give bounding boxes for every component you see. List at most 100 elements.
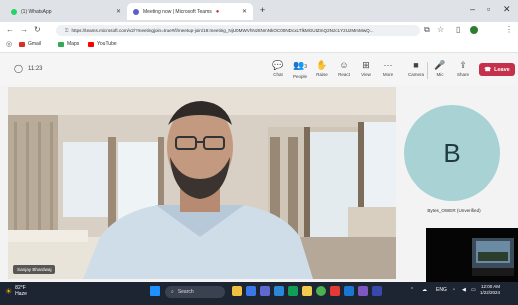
people-count: 3 — [304, 64, 307, 70]
mic-icon: 🎤 — [434, 60, 446, 70]
phone-icon: ☎ — [484, 66, 492, 73]
taskbar-app-explorer-icon[interactable] — [302, 286, 312, 296]
leave-button[interactable]: ☎ Leave — [479, 63, 515, 76]
search-icon: ⌕ — [171, 289, 174, 295]
sun-icon: ☀ — [5, 286, 13, 296]
chevron-up-icon[interactable]: ⌃ — [410, 287, 414, 293]
teams-icon — [133, 8, 139, 15]
close-tab-icon[interactable]: ✕ — [116, 8, 121, 15]
url-text: https://teams.microsoft.com/v2/?meetingj… — [71, 28, 374, 33]
sidebar-icon[interactable]: ▯ — [456, 25, 460, 34]
self-view-tile[interactable] — [426, 228, 518, 284]
mic-button[interactable]: 🎤 Mic — [429, 60, 451, 77]
address-bar[interactable]: ⚿ https://teams.microsoft.com/v2/?meetin… — [56, 25, 420, 36]
taskbar-clock[interactable]: 12:00 AM 1/22/2024 — [480, 284, 500, 296]
reload-icon[interactable]: ↻ — [34, 25, 41, 34]
mic-label: Mic — [436, 72, 444, 77]
leave-label: Leave — [494, 66, 510, 73]
clock-date: 1/22/2024 — [480, 290, 501, 295]
forward-icon[interactable]: → — [20, 25, 28, 34]
tab-teams[interactable]: Meeting now | Microsoft Teams ● ✕ — [127, 3, 253, 20]
profile-avatar[interactable] — [470, 26, 478, 34]
back-icon[interactable]: ← — [6, 25, 14, 34]
youtube-icon — [88, 41, 94, 47]
bookmark-youtube[interactable]: YouTube — [88, 41, 117, 47]
react-button[interactable]: ☺ React — [333, 60, 355, 77]
lang-indicator[interactable]: ENG — [436, 287, 447, 293]
more-label: More — [382, 72, 394, 77]
weather-widget[interactable]: ☀ 82°F Haze — [5, 285, 27, 297]
menu-icon[interactable]: ⋮ — [505, 25, 513, 34]
bookmark-maps[interactable]: Maps — [58, 41, 79, 47]
share-label: Share — [456, 72, 469, 77]
people-icon: 👥3 — [293, 60, 307, 70]
hand-icon: ✋ — [316, 60, 328, 70]
video-frame — [8, 87, 396, 279]
people-button[interactable]: 👥3 People — [289, 60, 311, 79]
maps-icon — [58, 41, 64, 47]
chat-icon: 💬 — [272, 60, 284, 70]
weather-desc: Haze — [15, 291, 27, 297]
close-window-icon[interactable]: ✕ — [503, 4, 511, 15]
taskbar-app-photos-icon[interactable] — [232, 286, 242, 296]
toolbar-separator — [427, 62, 428, 79]
maximize-icon[interactable]: ▫ — [487, 4, 490, 14]
tab-label: (1) WhatsApp — [21, 8, 52, 15]
raise-label: Raise — [316, 72, 328, 77]
minimize-icon[interactable]: – — [470, 4, 475, 14]
camera-label: Camera — [407, 72, 424, 77]
taskbar-app-files-icon[interactable] — [246, 286, 256, 296]
avatar-initial: B — [443, 137, 461, 168]
share-icon: ⇪ — [459, 60, 467, 70]
search-placeholder: Search — [177, 289, 194, 295]
participant-name-chip: Sanjay Bhardwaj — [13, 265, 56, 274]
meeting-timer: ◯ 11:23 — [14, 64, 43, 73]
taskbar-app-store-icon[interactable] — [344, 286, 354, 296]
bookmark-gmail[interactable]: Gmail — [19, 41, 41, 47]
more-button[interactable]: ··· More — [377, 60, 399, 77]
taskbar-app-teams-icon[interactable] — [260, 286, 270, 296]
taskbar-app-office-icon[interactable] — [330, 286, 340, 296]
close-tab-icon[interactable]: ✕ — [242, 8, 247, 15]
taskbar-app-settings-icon[interactable] — [372, 286, 382, 296]
wifi-icon[interactable]: ◔ — [452, 287, 455, 293]
view-button[interactable]: ⊞ View — [355, 60, 377, 77]
gmail-icon — [19, 41, 25, 47]
emoji-icon: ☺ — [339, 60, 349, 70]
more-icon: ··· — [383, 60, 393, 70]
whatsapp-icon — [11, 8, 17, 15]
camera-button[interactable]: ■ Camera — [405, 60, 427, 77]
star-icon[interactable]: ☆ — [437, 25, 444, 34]
windows-taskbar — [0, 282, 518, 305]
raise-hand-button[interactable]: ✋ Raise — [311, 60, 333, 77]
chat-label: Chat — [273, 72, 283, 77]
share-button[interactable]: ⇪ Share — [452, 60, 474, 77]
bookmark-label: Gmail — [28, 41, 42, 47]
volume-icon[interactable]: ◀ — [462, 287, 466, 293]
cast-icon[interactable]: ⧉ — [424, 25, 430, 35]
grid-icon: ⊞ — [362, 60, 370, 70]
battery-icon[interactable]: ▭ — [471, 287, 476, 293]
camera-icon: ■ — [413, 60, 419, 70]
taskbar-app-chrome-icon[interactable] — [316, 286, 326, 296]
apps-icon[interactable]: ◎ — [6, 40, 12, 48]
start-icon[interactable] — [150, 286, 160, 296]
bookmark-label: YouTube — [97, 41, 117, 47]
participant-avatar[interactable]: B — [404, 105, 500, 201]
bookmark-label: Maps — [67, 41, 80, 47]
taskbar-search[interactable]: ⌕ Search — [165, 286, 225, 298]
self-view-video — [426, 228, 518, 284]
view-label: View — [361, 72, 371, 77]
cloud-icon[interactable]: ☁ — [422, 287, 427, 293]
taskbar-app-mail-icon[interactable] — [274, 286, 284, 296]
avatar-participant-name: Bytes_OWER (Unverified) — [427, 208, 481, 213]
taskbar-app-word-icon[interactable] — [358, 286, 368, 296]
tab-whatsapp[interactable]: (1) WhatsApp ✕ — [5, 3, 127, 20]
participant-video[interactable] — [8, 87, 396, 279]
taskbar-app-edge-icon[interactable] — [288, 286, 298, 296]
chat-button[interactable]: 💬 Chat — [267, 60, 289, 77]
recording-dot-icon: ● — [215, 8, 220, 15]
react-label: React — [338, 72, 350, 77]
people-label: People — [292, 74, 307, 79]
new-tab-button[interactable]: + — [260, 5, 265, 15]
